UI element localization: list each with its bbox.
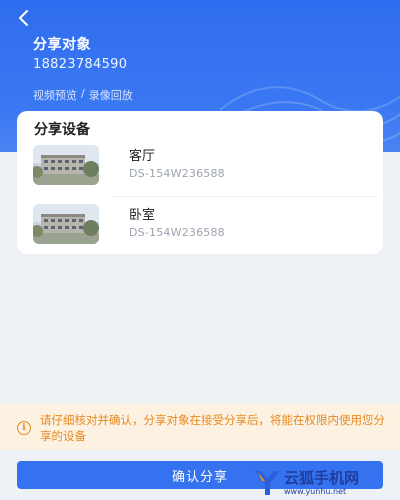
building-thumbnail bbox=[33, 204, 99, 244]
device-item-living-room[interactable]: 客厅 DS-154W236588 bbox=[33, 145, 373, 189]
permission-separator: / bbox=[81, 87, 85, 100]
building-thumbnail bbox=[33, 145, 99, 185]
share-target-title: 分享对象 bbox=[33, 37, 91, 53]
device-name: 卧室 bbox=[129, 208, 156, 223]
device-model: DS-154W236588 bbox=[129, 167, 225, 180]
confirm-share-button[interactable]: 确认分享 bbox=[17, 461, 383, 489]
info-icon: i bbox=[17, 421, 31, 435]
chevron-left-icon bbox=[19, 10, 28, 26]
notice-text: 请仔细核对并确认，分享对象在接受分享后，将能在权限内使用您分享的设备 bbox=[40, 413, 385, 443]
device-item-bedroom[interactable]: 卧室 DS-154W236588 bbox=[33, 204, 373, 248]
device-model: DS-154W236588 bbox=[129, 226, 225, 239]
permission-playback: 录像回放 bbox=[88, 89, 133, 102]
share-notice: i 请仔细核对并确认，分享对象在接受分享后，将能在权限内使用您分享的设备 bbox=[0, 404, 400, 450]
back-button[interactable] bbox=[12, 6, 36, 30]
share-devices-title: 分享设备 bbox=[34, 122, 90, 138]
permission-video-preview: 视频预览 bbox=[33, 89, 77, 102]
device-name: 客厅 bbox=[129, 149, 156, 164]
permission-list: 视频预览 / 录像回放 bbox=[33, 87, 133, 103]
device-divider bbox=[113, 196, 377, 197]
share-target-phone: 18823784590 bbox=[33, 57, 128, 72]
share-devices-card: 分享设备 客厅 DS-154W236588 卧室 DS-154W236588 bbox=[17, 111, 383, 254]
